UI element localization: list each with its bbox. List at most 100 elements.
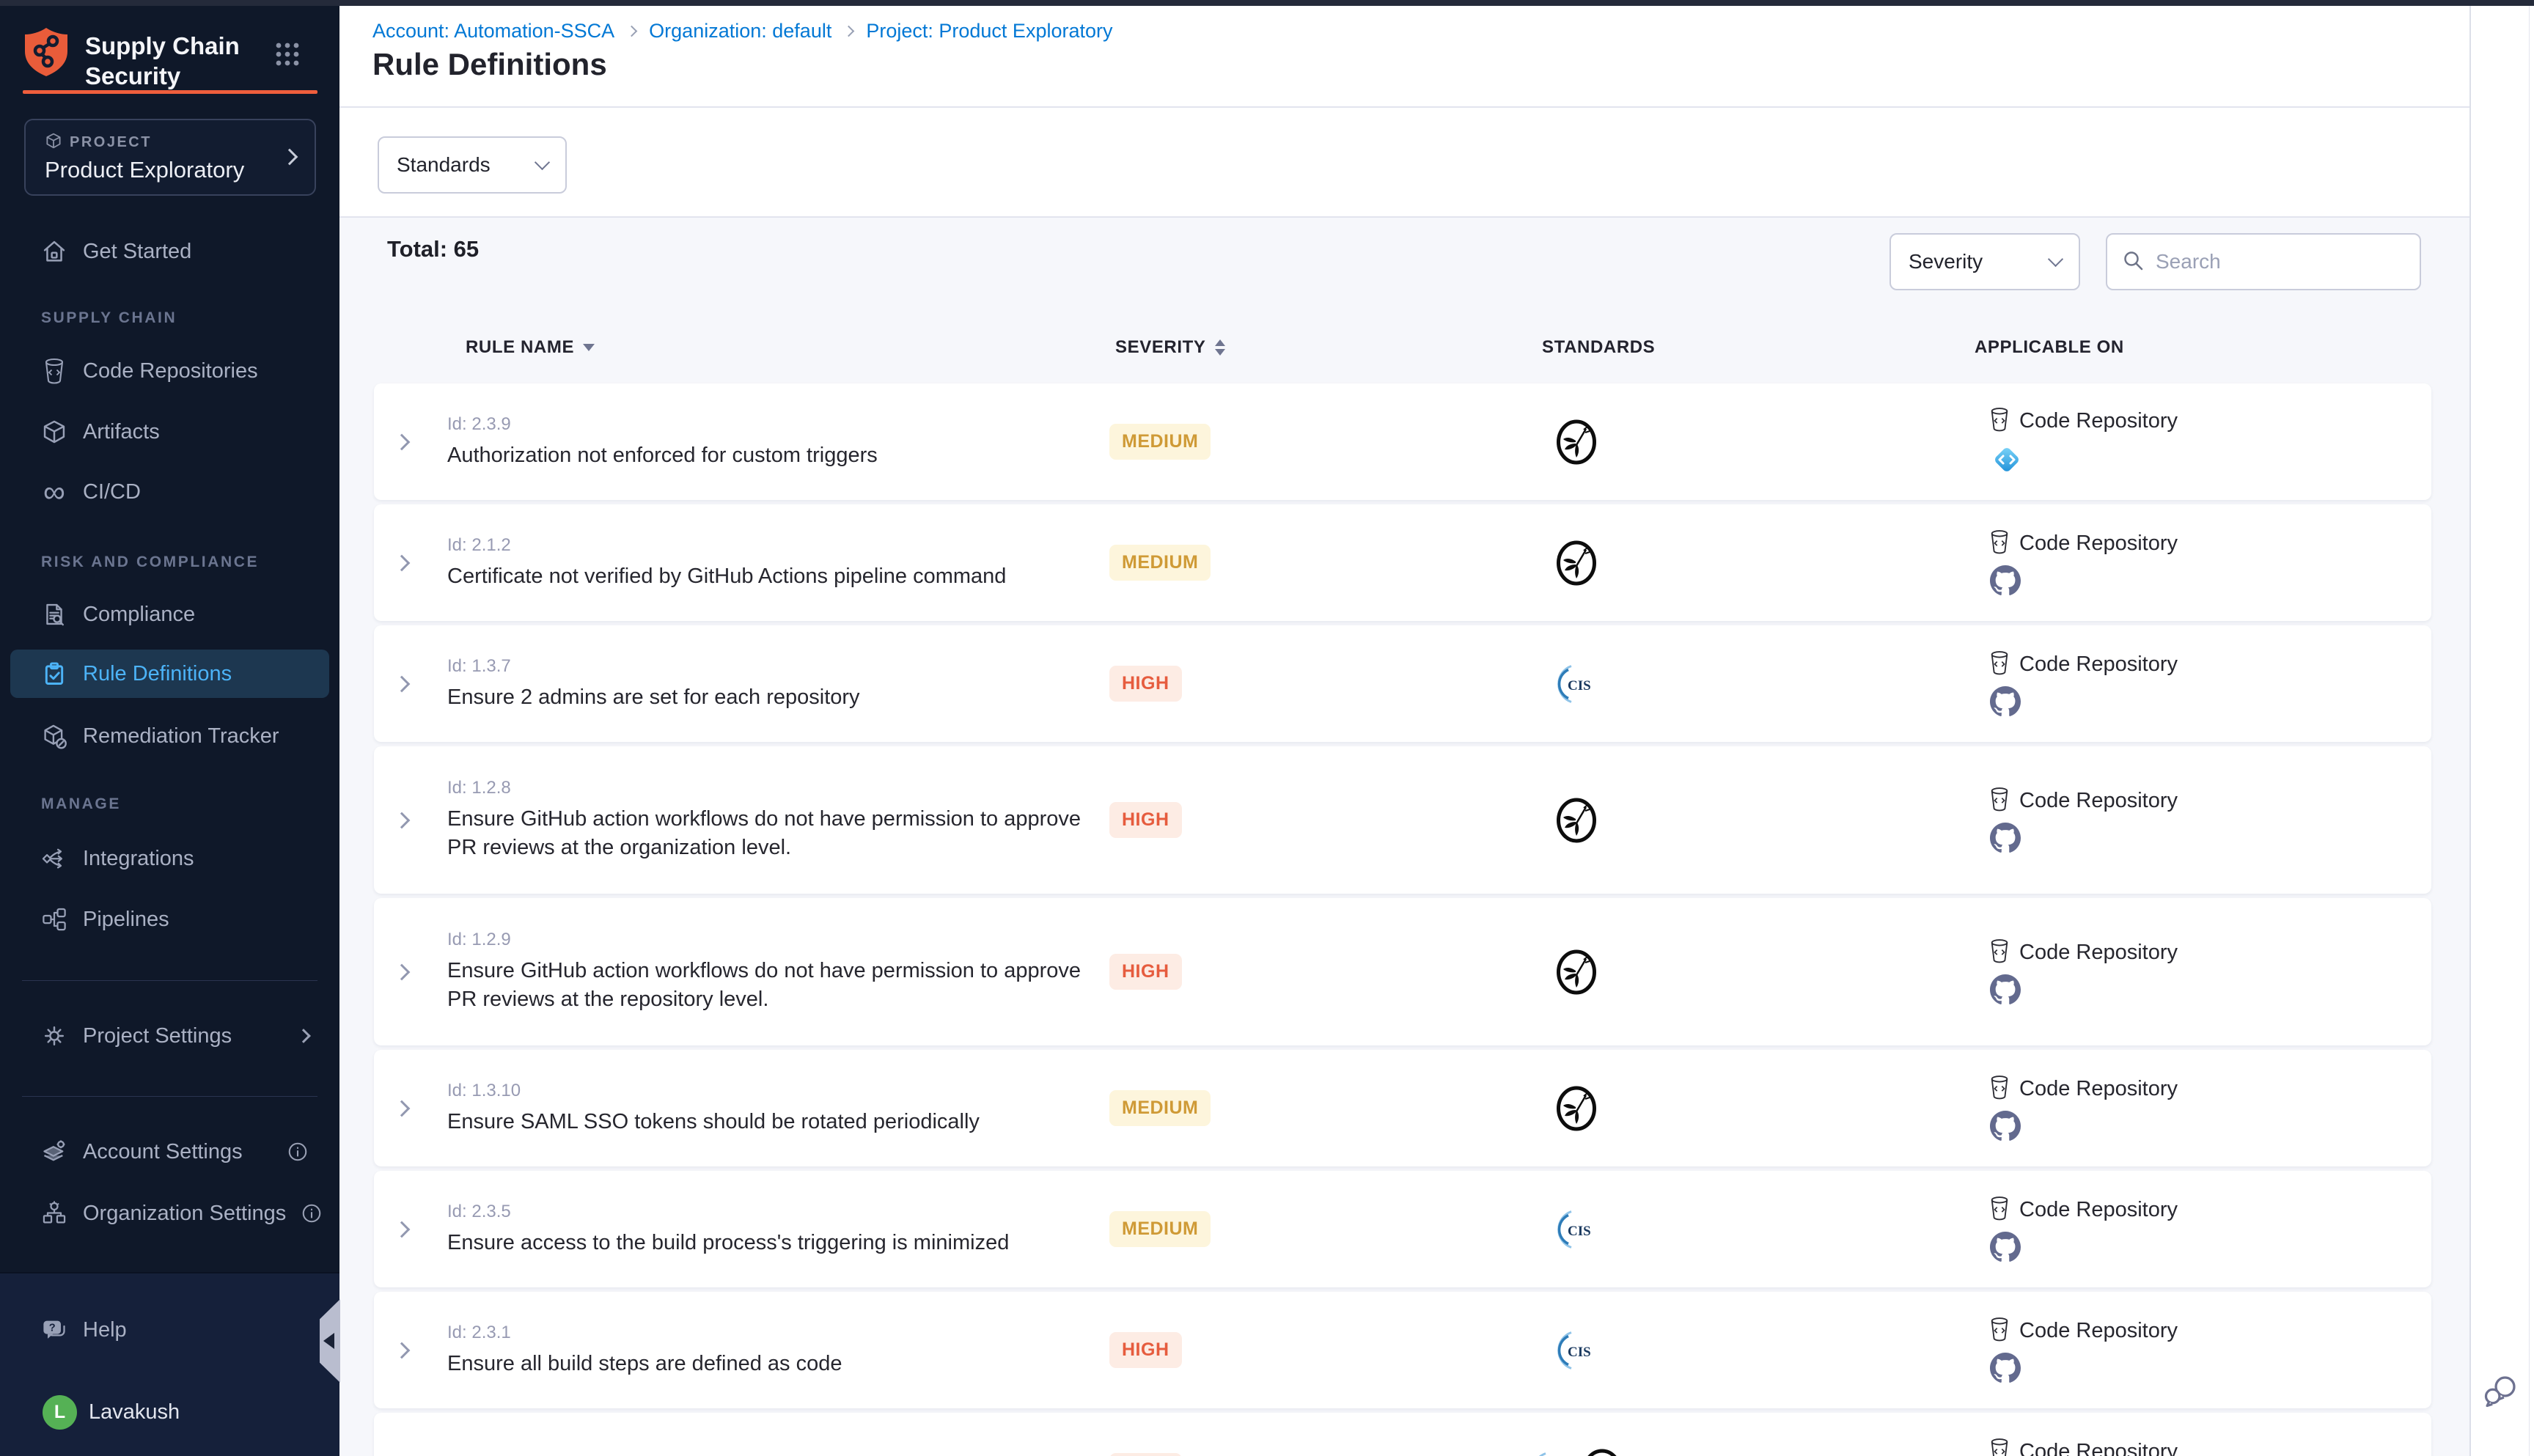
layers-gear-icon <box>40 1138 68 1166</box>
total-count-label: Total: 65 <box>387 236 479 262</box>
rule-id: Id: 1.3.10 <box>447 1081 1107 1101</box>
table-row[interactable]: Id: 1.2.9Ensure GitHub action workflows … <box>374 898 2431 1045</box>
github-icon <box>1990 686 2178 717</box>
user-menu[interactable]: L Lavakush <box>10 1388 329 1436</box>
search-input[interactable] <box>2154 249 2405 274</box>
section-header-risk-and-compliance: RISK AND COMPLIANCE <box>41 554 259 571</box>
row-expand-chevron-icon[interactable] <box>394 1100 411 1117</box>
brand-accent-line <box>23 90 317 94</box>
row-expand-chevron-icon[interactable] <box>394 1342 411 1358</box>
info-circle-icon[interactable] <box>301 1202 323 1224</box>
rule-name: Ensure 2 admins are set for each reposit… <box>447 683 1092 712</box>
table-row[interactable]: Id: 1.3.10 Ensure SAML SSO tokens should … <box>374 1050 2431 1166</box>
sidebar-item-pipelines[interactable]: Pipelines <box>10 895 329 944</box>
applicable-on-label: Code Repository <box>2019 1077 2178 1101</box>
search-box <box>2106 233 2421 290</box>
code-repository-icon <box>40 357 68 385</box>
sidebar-item-organization-settings[interactable]: Organization Settings <box>10 1189 329 1238</box>
severity-badge: MEDIUM <box>1109 424 1211 460</box>
module-grid-icon[interactable] <box>274 41 301 71</box>
table-row[interactable]: Id: 1.2.8 Ensure GitHub action workflows … <box>374 746 2431 894</box>
supply-chain-security-logo-icon <box>23 26 70 81</box>
sidebar-item-help[interactable]: ? Help <box>10 1306 329 1354</box>
github-icon <box>1990 1232 2178 1262</box>
svg-text:CIS: CIS <box>1568 678 1591 694</box>
scrollbar-track[interactable] <box>2529 6 2530 1456</box>
cis-icon: CIS <box>1556 1330 1597 1371</box>
standards-cell: CIS <box>1487 625 1666 742</box>
column-header-rule-name[interactable]: RULE NAME <box>466 337 595 358</box>
row-expand-chevron-icon[interactable] <box>394 1221 411 1238</box>
row-expand-chevron-icon[interactable] <box>394 812 411 828</box>
sidebar-item-compliance[interactable]: Compliance <box>10 590 329 639</box>
sidebar-item-integrations[interactable]: Integrations <box>10 834 329 883</box>
rule-name: Certificate not verified by GitHub Actio… <box>447 562 1092 591</box>
standards-cell: CIS <box>1487 1292 1666 1408</box>
severity-badge: MEDIUM <box>1109 1211 1211 1247</box>
info-circle-icon[interactable] <box>287 1141 309 1163</box>
sidebar-item-account-settings[interactable]: Account Settings <box>10 1128 329 1176</box>
org-tree-gear-icon <box>40 1199 68 1227</box>
standards-cell: CIS <box>1487 1171 1666 1287</box>
github-icon <box>1990 1111 2178 1141</box>
table-row[interactable]: Id: 1.1.9HIGHCISCode Repository <box>374 1413 2431 1456</box>
gear-icon <box>40 1022 68 1050</box>
applicable-on-label: Code Repository <box>2019 941 2178 965</box>
sidebar-item-rule-definitions[interactable]: Rule Definitions <box>10 650 329 698</box>
sidebar-item-remediation-tracker[interactable]: Remediation Tracker <box>10 712 329 760</box>
row-expand-chevron-icon[interactable] <box>394 675 411 692</box>
app-title: Supply Chain Security <box>85 31 240 91</box>
home-icon <box>40 238 68 265</box>
sidebar-item-project-settings[interactable]: Project Settings <box>10 1012 329 1060</box>
sidebar-item-artifacts[interactable]: Artifacts <box>10 408 329 456</box>
sidebar-item-get-started[interactable]: Get Started <box>10 227 329 276</box>
chevron-right-icon <box>298 1031 309 1041</box>
rule-id: Id: 2.3.9 <box>447 414 1107 435</box>
code-repository-icon <box>1988 1317 2010 1345</box>
standards-dropdown[interactable]: Standards <box>378 136 567 194</box>
breadcrumb-organization-link[interactable]: Organization: default <box>649 20 831 43</box>
standards-cell <box>1487 383 1666 500</box>
row-expand-chevron-icon[interactable] <box>394 554 411 571</box>
standards-cell <box>1487 1050 1666 1166</box>
cube-wrench-icon <box>40 722 68 750</box>
sidebar-item-code-repositories[interactable]: Code Repositories <box>10 347 329 395</box>
artifacts-cube-icon <box>40 418 68 446</box>
table-row[interactable]: Id: 2.3.5Ensure access to the build proc… <box>374 1171 2431 1287</box>
table-row[interactable]: Id: 2.3.1Ensure all build steps are defi… <box>374 1292 2431 1408</box>
app-root: Supply Chain Security PROJECT Product Ex… <box>0 0 2534 1456</box>
code-repository-icon <box>1988 787 2010 815</box>
breadcrumb-account-link[interactable]: Account: Automation-SSCA <box>372 20 614 43</box>
applicable-on-cell: Code Repository <box>1988 1292 2178 1408</box>
severity-dropdown[interactable]: Severity <box>1890 233 2080 290</box>
code-repository-icon <box>1988 1075 2010 1103</box>
row-expand-chevron-icon[interactable] <box>394 433 411 450</box>
row-expand-chevron-icon[interactable] <box>394 963 411 980</box>
rule-id: Id: 1.2.8 <box>447 778 1107 798</box>
breadcrumb-project-link[interactable]: Project: Product Exploratory <box>866 20 1112 43</box>
project-selector[interactable]: PROJECT Product Exploratory <box>24 119 316 196</box>
table-row[interactable]: Id: 2.1.2Certificate not verified by Git… <box>374 504 2431 621</box>
owasp-icon <box>1556 1086 1597 1131</box>
infinity-icon: ∞ <box>40 478 68 506</box>
code-repository-icon <box>1988 529 2010 558</box>
table-row[interactable]: Id: 1.3.7Ensure 2 admins are set for eac… <box>374 625 2431 742</box>
column-header-severity[interactable]: SEVERITY <box>1115 337 1225 358</box>
avatar: L <box>43 1395 77 1430</box>
rule-id: Id: 2.3.1 <box>447 1323 1107 1343</box>
rule-name: Ensure SAML SSO tokens should be rotated… <box>447 1108 1092 1136</box>
table-row[interactable]: Id: 2.3.9Authorization not enforced for … <box>374 383 2431 500</box>
chevron-down-icon <box>535 155 550 170</box>
sidebar-item-cicd[interactable]: ∞ CI/CD <box>10 468 329 516</box>
sidebar-divider <box>22 1096 317 1097</box>
clipboard-check-icon <box>40 660 68 688</box>
applicable-on-label: Code Repository <box>2019 532 2178 556</box>
cis-icon: CIS <box>1530 1451 1571 1456</box>
standards-cell: CIS <box>1487 1413 1666 1456</box>
cis-icon: CIS <box>1556 1209 1597 1250</box>
header-divider <box>339 106 2469 108</box>
support-chat-icon[interactable] <box>2481 1372 2519 1414</box>
severity-badge: MEDIUM <box>1109 545 1211 581</box>
chevron-right-icon <box>626 26 638 37</box>
rule-name: Ensure GitHub action workflows do not ha… <box>447 805 1092 862</box>
